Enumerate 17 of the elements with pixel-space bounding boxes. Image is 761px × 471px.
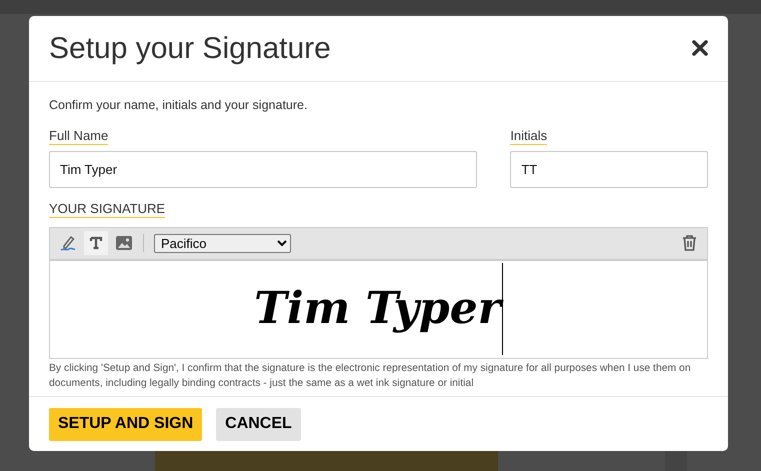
dialog-title: Setup your Signature bbox=[49, 30, 331, 66]
input-field[interactable]: Tim Typer bbox=[49, 150, 478, 188]
trash-icon bbox=[682, 235, 696, 252]
input-field[interactable]: TT bbox=[510, 150, 708, 188]
section-label: YOUR SIGNATURE bbox=[49, 202, 166, 218]
font-select[interactable]: Pacifico bbox=[154, 234, 291, 253]
image-icon bbox=[115, 235, 133, 252]
pen-icon bbox=[59, 234, 77, 252]
field-label: Full Name bbox=[49, 128, 108, 145]
intro-text: Confirm your name, initials and your signature. bbox=[49, 97, 308, 114]
signature-text: Tim Typer bbox=[254, 263, 503, 356]
field-label: Initials bbox=[510, 128, 548, 145]
disclaimer-text: By clicking 'Setup and Sign', I confirm that the signature is the electronic representation of my signature for all purposes when I use them on documents, including legally binding contracts - just the same as a wet ink signature or initial bbox=[49, 362, 692, 391]
text-icon bbox=[89, 236, 103, 250]
setup-and-sign-button[interactable]: SETUP AND SIGN bbox=[49, 408, 202, 440]
text-tool[interactable] bbox=[84, 231, 108, 256]
cancel-button[interactable]: CANCEL bbox=[216, 408, 301, 440]
